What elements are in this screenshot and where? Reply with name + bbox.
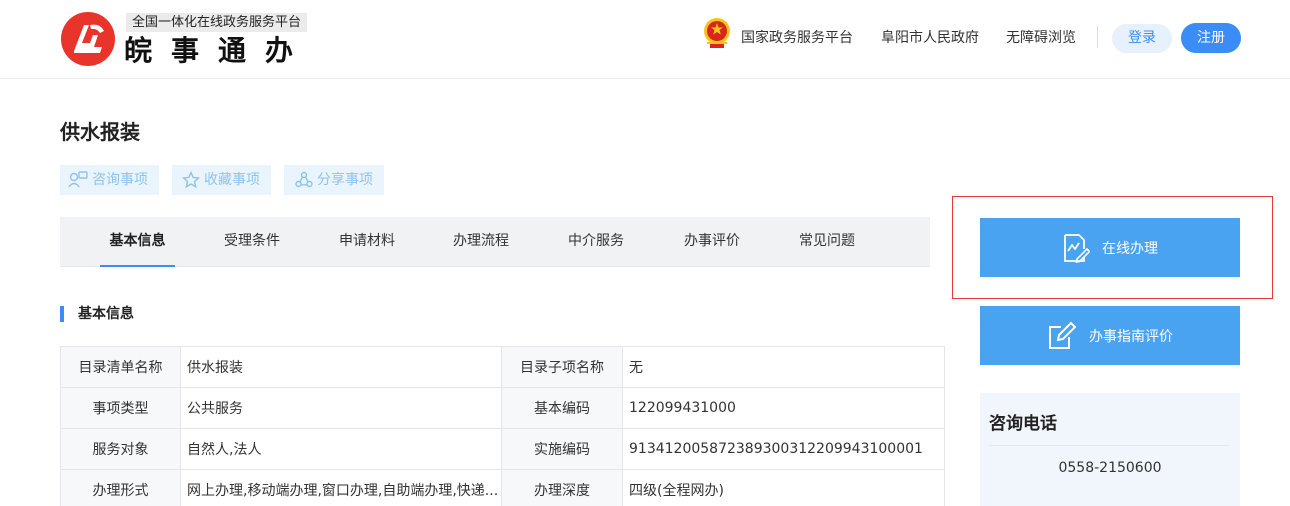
guide-evaluation-label: 办事指南评价 [1089,328,1173,345]
handling-depth-value: 四级(全程网办) [622,469,945,506]
tab-intermediary-service[interactable]: 中介服务 [554,217,638,267]
section-marker [60,306,64,322]
city-government-link[interactable]: 阜阳市人民政府 [881,28,979,48]
consult-phone-title: 咨询电话 [989,414,1057,434]
basic-code-value: 122099431000 [622,387,945,429]
table-row: 办理形式 网上办理,移动端办理,窗口办理,自助端办理,快递... 办理深度 四级… [60,469,945,506]
catalog-name-label: 目录清单名称 [60,346,181,388]
implementation-code-label: 实施编码 [501,428,623,470]
header-divider [1097,26,1098,48]
table-row: 事项类型 公共服务 基本编码 122099431000 [60,387,945,429]
basic-code-label: 基本编码 [501,387,623,429]
implementation-code-value: 913412005872389300312209943100001 [622,428,945,470]
online-apply-label: 在线办理 [1102,240,1158,257]
item-type-label: 事项类型 [60,387,181,429]
table-row: 目录清单名称 供水报装 目录子项名称 无 [60,346,945,388]
tab-basic-info[interactable]: 基本信息 [100,217,175,267]
item-type-value: 公共服务 [180,387,502,429]
table-row: 服务对象 自然人,法人 实施编码 91341200587238930031220… [60,428,945,470]
catalog-name-value: 供水报装 [180,346,502,388]
page-title: 供水报装 [60,120,140,144]
favorite-item-button[interactable]: 收藏事项 [172,165,271,195]
consult-item-button[interactable]: 咨询事项 [60,165,159,195]
section-title: 基本信息 [78,306,134,322]
tab-process-flow[interactable]: 办理流程 [439,217,523,267]
service-target-label: 服务对象 [60,428,181,470]
national-platform-link[interactable]: 国家政务服务平台 [741,28,853,48]
basic-info-table: 目录清单名称 供水报装 目录子项名称 无 事项类型 公共服务 基本编码 1220… [60,346,945,506]
guide-evaluation-button[interactable]: 办事指南评价 [980,306,1240,365]
star-icon [182,171,200,189]
login-button[interactable]: 登录 [1112,24,1172,53]
tab-service-evaluation[interactable]: 办事评价 [670,217,754,267]
consult-phone-number[interactable]: 0558-2150600 [980,458,1240,478]
edit-icon [1049,321,1077,349]
app-name[interactable]: 皖事通办 [124,33,312,69]
favorite-item-label: 收藏事项 [204,172,260,188]
national-emblem-icon [704,18,730,48]
detail-tabs: 基本信息 受理条件 申请材料 办理流程 中介服务 办事评价 常见问题 [60,217,930,267]
share-item-label: 分享事项 [317,172,373,188]
catalog-subitem-label: 目录子项名称 [501,346,623,388]
handling-form-label: 办理形式 [60,469,181,506]
register-button[interactable]: 注册 [1181,23,1241,53]
share-icon [295,171,313,188]
platform-tagline: 全国一体化在线政务服务平台 [126,13,308,32]
logo-icon[interactable] [60,11,116,67]
service-target-value: 自然人,法人 [180,428,502,470]
accessibility-link[interactable]: 无障碍浏览 [1006,28,1076,48]
online-apply-icon [1064,233,1090,263]
site-header: 全国一体化在线政务服务平台 皖事通办 国家政务服务平台 阜阳市人民政府 无障碍浏… [0,0,1290,79]
consult-phone-panel: 咨询电话 0558-2150600 [980,393,1240,506]
tab-application-materials[interactable]: 申请材料 [325,217,409,267]
handling-depth-label: 办理深度 [501,469,623,506]
tab-acceptance-conditions[interactable]: 受理条件 [210,217,294,267]
share-item-button[interactable]: 分享事项 [284,165,384,195]
online-apply-button[interactable]: 在线办理 [980,218,1240,277]
consult-icon [68,171,88,188]
consult-item-label: 咨询事项 [92,172,148,188]
catalog-subitem-value: 无 [622,346,945,388]
tab-faq[interactable]: 常见问题 [785,217,869,267]
handling-form-value: 网上办理,移动端办理,窗口办理,自助端办理,快递... [180,469,502,506]
divider [989,445,1229,446]
